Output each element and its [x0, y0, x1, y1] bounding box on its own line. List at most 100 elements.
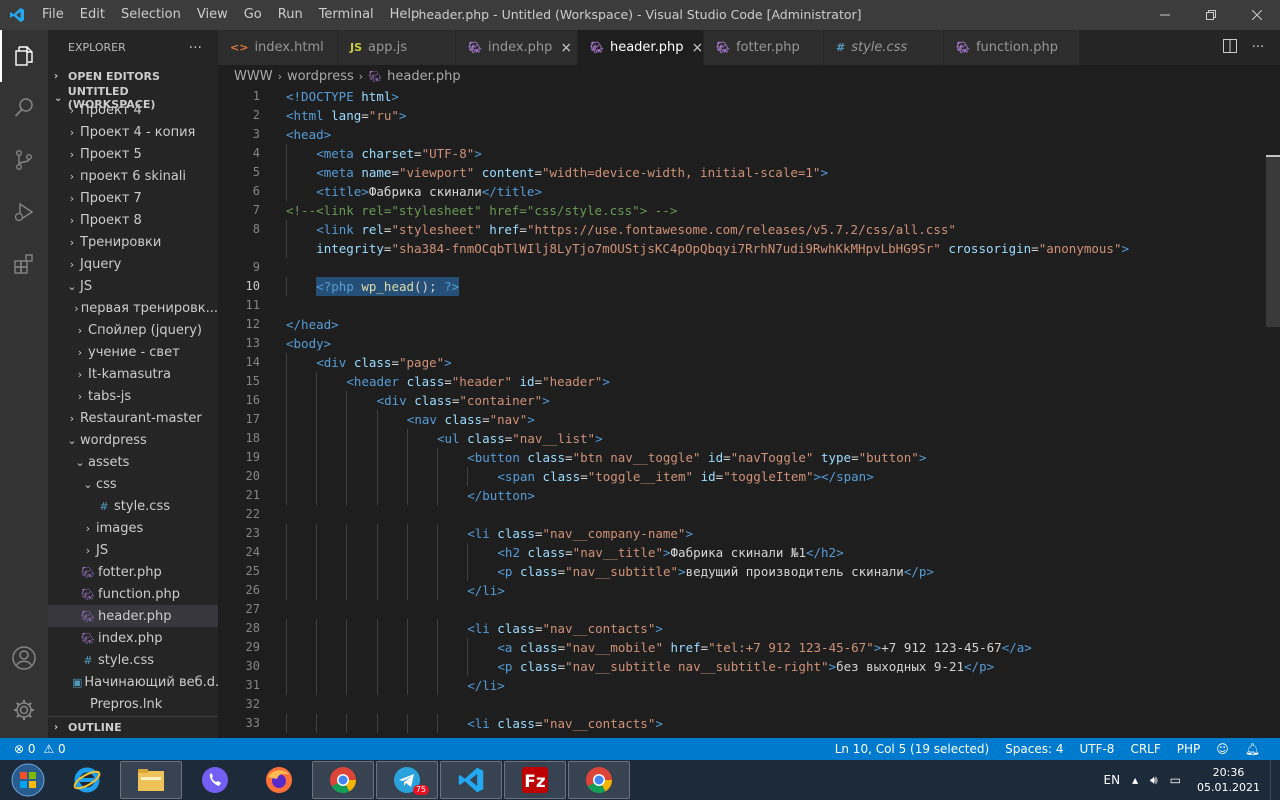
breadcrumb-item[interactable]: header.php [387, 69, 460, 84]
code-line[interactable]: 13 <body> [218, 334, 1268, 353]
more-actions-icon[interactable]: ··· [1244, 40, 1272, 55]
tab-style-css[interactable]: # style.css [824, 30, 944, 65]
extensions-icon[interactable] [0, 238, 48, 290]
tree-file[interactable]: 🐘︎ function.php [48, 583, 218, 605]
tree-file[interactable]: Prepros.lnk [48, 693, 218, 712]
menu-file[interactable]: File [34, 0, 72, 30]
code-line[interactable]: 31 </li> [218, 676, 1268, 695]
tree-file[interactable]: 🐘︎ fotter.php [48, 561, 218, 583]
code-line[interactable]: 21 </button> [218, 486, 1268, 505]
code-line[interactable]: 17 <nav class="nav"> [218, 410, 1268, 429]
show-hidden-icons-icon[interactable]: ▴ [1126, 773, 1144, 787]
source-control-icon[interactable] [0, 134, 48, 186]
breadcrumb-item[interactable]: WWW [234, 69, 273, 84]
tree-folder[interactable]: › первая тренировк... [48, 297, 218, 319]
code-line[interactable]: 26 </li> [218, 581, 1268, 600]
tab-app-js[interactable]: JS app.js [338, 30, 456, 65]
editor-scrollbar[interactable] [1266, 87, 1280, 738]
firefox-icon[interactable] [248, 761, 310, 799]
tree-folder[interactable]: › проект 6 skinali [48, 165, 218, 187]
tab-index-php[interactable]: 🐘︎ index.php × [456, 30, 578, 65]
tree-folder[interactable]: › JS [48, 539, 218, 561]
tree-folder[interactable]: › Тренировки [48, 231, 218, 253]
code-line[interactable]: 28 <li class="nav__contacts"> [218, 619, 1268, 638]
code-line[interactable]: integrity = "sha384-fnmOCqbTlWIlj8LyTjo7mO… [218, 239, 1268, 258]
code-line[interactable]: 27 [218, 600, 1268, 619]
tree-folder[interactable]: › Restaurant-master [48, 407, 218, 429]
tab-index-html[interactable]: <> index.html [218, 30, 338, 65]
menu-run[interactable]: Run [270, 0, 311, 30]
problems-indicator[interactable]: ⊗ 0 ⚠ 0 [14, 742, 74, 756]
tree-folder[interactable]: › Проект 4 - копия [48, 121, 218, 143]
network-icon[interactable]: ▭ [1164, 773, 1187, 787]
code-line[interactable]: 6 <title>Фабрика скинали</title> [218, 182, 1268, 201]
tab-header-php[interactable]: 🐘︎ header.php × [578, 30, 704, 65]
code-line[interactable]: 7 <!--<link rel="stylesheet" href="css/st… [218, 201, 1268, 220]
tree-file[interactable]: 🐘︎ header.php [48, 605, 218, 627]
tab-function-php[interactable]: 🐘︎ function.php [944, 30, 1080, 65]
tree-folder[interactable]: › Проект 7 [48, 187, 218, 209]
code-line[interactable]: 10 <?php wp_head(); ?> [218, 277, 1268, 296]
tree-folder[interactable]: ⌄ assets [48, 451, 218, 473]
breadcrumb-item[interactable]: wordpress [287, 69, 354, 84]
input-language[interactable]: EN [1098, 773, 1127, 787]
code-line[interactable]: 29 <a class="nav__mobile" href="tel:+7 91… [218, 638, 1268, 657]
close-window-button[interactable] [1234, 0, 1280, 30]
restore-button[interactable] [1188, 0, 1234, 30]
search-icon[interactable] [0, 82, 48, 134]
menu-terminal[interactable]: Terminal [311, 0, 382, 30]
tree-file[interactable]: # style.css [48, 649, 218, 671]
start-orb-icon[interactable] [0, 760, 56, 800]
close-tab-icon[interactable]: × [691, 40, 703, 56]
code-line[interactable]: 25 <p class="nav__subtitle">ведущий произ… [218, 562, 1268, 581]
tab-fotter-php[interactable]: 🐘︎ fotter.php [704, 30, 824, 65]
tree-folder[interactable]: › Jquery [48, 253, 218, 275]
code-line[interactable]: 12 </head> [218, 315, 1268, 334]
code-line[interactable]: 24 <h2 class="nav__title">Фабрика скинали… [218, 543, 1268, 562]
menu-go[interactable]: Go [236, 0, 270, 30]
tree-folder[interactable]: › Проект 4 [48, 99, 218, 121]
code-line[interactable]: 22 [218, 505, 1268, 524]
tree-folder[interactable]: › Спойлер (jquery) [48, 319, 218, 341]
code-line[interactable]: 19 <button class="btn nav__toggle" id="na… [218, 448, 1268, 467]
internet-explorer-icon[interactable] [56, 761, 118, 799]
chrome-icon[interactable] [312, 761, 374, 799]
line-ending[interactable]: CRLF [1122, 742, 1168, 756]
vscode-taskbar-icon[interactable] [440, 761, 502, 799]
telegram-icon[interactable]: 75 [376, 761, 438, 799]
code-line[interactable]: 4 <meta charset="UTF-8"> [218, 144, 1268, 163]
run-debug-icon[interactable] [0, 186, 48, 238]
tree-folder[interactable]: › учение - свет [48, 341, 218, 363]
tree-folder[interactable]: › It-kamasutra [48, 363, 218, 385]
code-line[interactable]: 18 <ul class="nav__list"> [218, 429, 1268, 448]
tree-folder[interactable]: ⌄ JS [48, 275, 218, 297]
viber-icon[interactable] [184, 761, 246, 799]
tree-folder[interactable]: › Проект 8 [48, 209, 218, 231]
close-tab-icon[interactable]: × [560, 40, 572, 56]
language-mode[interactable]: PHP [1169, 742, 1209, 756]
code-line[interactable]: 8 <link rel="stylesheet" href="https://us… [218, 220, 1268, 239]
split-editor-icon[interactable] [1216, 38, 1244, 57]
code-line[interactable]: 30 <p class="nav__subtitle nav__subtitle-… [218, 657, 1268, 676]
code-line[interactable]: 3 <head> [218, 125, 1268, 144]
menu-help[interactable]: Help [382, 0, 428, 30]
code-line[interactable]: 23 <li class="nav__company-name"> [218, 524, 1268, 543]
code-line[interactable]: 15 <header class="header" id="header"> [218, 372, 1268, 391]
tree-file[interactable]: 🐘︎ index.php [48, 627, 218, 649]
account-icon[interactable] [0, 632, 48, 684]
more-actions-icon[interactable]: ··· [189, 40, 202, 56]
indentation[interactable]: Spaces: 4 [997, 742, 1071, 756]
cursor-position[interactable]: Ln 10, Col 5 (19 selected) [827, 742, 997, 756]
menu-edit[interactable]: Edit [72, 0, 113, 30]
tree-file[interactable]: # style.css [48, 495, 218, 517]
menu-view[interactable]: View [189, 0, 236, 30]
tree-folder[interactable]: › tabs-js [48, 385, 218, 407]
file-explorer-icon[interactable] [120, 761, 182, 799]
scrollbar-thumb[interactable] [1266, 157, 1280, 327]
tree-folder[interactable]: › Проект 5 [48, 143, 218, 165]
clock[interactable]: 20:36 05.01.2021 [1187, 765, 1270, 795]
code-line[interactable]: 2 <html lang="ru"> [218, 106, 1268, 125]
explorer-files-icon[interactable] [0, 30, 48, 82]
code-line[interactable]: 9 [218, 258, 1268, 277]
chrome-icon[interactable] [568, 761, 630, 799]
